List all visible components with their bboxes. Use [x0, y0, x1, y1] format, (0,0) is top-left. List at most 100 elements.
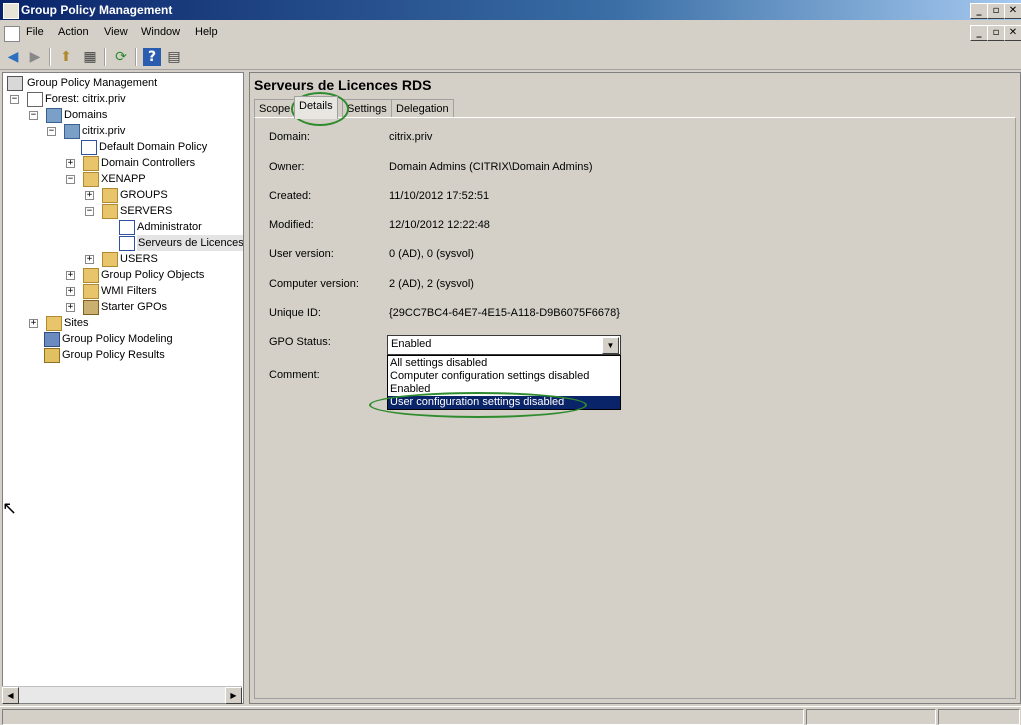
menu-view[interactable]: View: [104, 26, 128, 38]
gpo-title: Serveurs de Licences RDS: [254, 77, 432, 93]
status-panel-main: [2, 709, 804, 725]
domain-label: Domain:: [269, 131, 310, 143]
console-tree[interactable]: Group Policy Management − Forest: citrix…: [2, 72, 244, 704]
gpo-status-dropdown[interactable]: All settings disabled Computer configura…: [387, 355, 621, 410]
restore-button[interactable]: ▫: [987, 3, 1005, 19]
chevron-down-icon[interactable]: ▼: [602, 337, 619, 354]
tree-item-label: Serveurs de Licences: [137, 235, 244, 251]
modified-label: Modified:: [269, 219, 314, 231]
tab-scope[interactable]: Scope: [254, 99, 296, 118]
collapse-toggle[interactable]: −: [10, 95, 19, 104]
pane-splitter[interactable]: [244, 72, 248, 702]
properties-icon[interactable]: ▤: [165, 48, 183, 66]
unique-id-label: Unique ID:: [269, 307, 321, 319]
created-value: 11/10/2012 17:52:51: [389, 190, 490, 202]
expand-toggle[interactable]: +: [66, 159, 75, 168]
tree-item-label: Sites: [64, 317, 89, 329]
expand-toggle[interactable]: +: [66, 271, 75, 280]
show-tree-icon[interactable]: ▦: [81, 48, 99, 66]
option-enabled[interactable]: Enabled: [388, 383, 620, 396]
window-title: Group Policy Management: [21, 3, 173, 17]
tab-details[interactable]: Details: [294, 96, 338, 119]
details-pane: Serveurs de Licences RDS Scope Details S…: [249, 72, 1021, 704]
forest-icon: [27, 92, 43, 107]
expand-toggle[interactable]: +: [66, 303, 75, 312]
expand-toggle[interactable]: +: [85, 191, 94, 200]
scroll-left-icon[interactable]: ◀: [2, 687, 19, 704]
gpo-link-icon: [119, 236, 135, 251]
help-icon[interactable]: ?: [143, 48, 161, 66]
ou-folder-icon: [102, 188, 118, 203]
tree-item-label: Forest: citrix.priv: [45, 93, 126, 105]
ou-folder-icon: [102, 252, 118, 267]
ou-folder-icon: [102, 204, 118, 219]
tree-item-label: Administrator: [137, 221, 202, 233]
gpo-status-select[interactable]: Enabled ▼: [387, 335, 621, 355]
gpo-status-label: GPO Status:: [269, 336, 331, 348]
collapse-toggle[interactable]: −: [29, 111, 38, 120]
gpo-link-icon: [119, 220, 135, 235]
tree-item-label: Group Policy Results: [62, 349, 165, 361]
mdi-restore-button[interactable]: ▫: [987, 25, 1005, 41]
user-version-value: 0 (AD), 0 (sysvol): [389, 248, 474, 260]
tree-item-label: Default Domain Policy: [99, 141, 208, 153]
toolbar-separator: [135, 48, 137, 66]
results-icon: [44, 348, 60, 363]
expand-toggle[interactable]: +: [85, 255, 94, 264]
refresh-icon[interactable]: ⟳: [112, 48, 130, 66]
option-user-config-disabled[interactable]: User configuration settings disabled: [388, 396, 620, 409]
up-folder-icon[interactable]: ⬆: [57, 48, 75, 66]
domain-icon: [64, 124, 80, 139]
minimize-button[interactable]: _: [970, 3, 988, 19]
toolbar: ◀ ▶ ⬆ ▦ ⟳ ? ▤: [0, 45, 1021, 70]
modeling-icon: [44, 332, 60, 347]
title-bar: Group Policy Management _ ▫ ✕: [0, 0, 1021, 20]
status-panel-2: [806, 709, 936, 725]
tree-item-label: USERS: [120, 253, 158, 265]
menu-help[interactable]: Help: [195, 26, 218, 38]
gpmc-root-icon: [7, 76, 23, 91]
back-icon[interactable]: ◀: [4, 48, 22, 66]
tree-item-label: Group Policy Management: [27, 77, 158, 89]
menu-window[interactable]: Window: [141, 26, 180, 38]
wmi-filter-icon: [83, 284, 99, 299]
expand-toggle[interactable]: +: [66, 287, 75, 296]
collapse-toggle[interactable]: −: [85, 207, 94, 216]
menu-action[interactable]: Action: [58, 26, 89, 38]
option-all-settings-disabled[interactable]: All settings disabled: [388, 357, 620, 370]
menu-bar: File Action View Window Help _ ▫ ✕: [0, 22, 1021, 44]
collapse-toggle[interactable]: −: [66, 175, 75, 184]
option-computer-config-disabled[interactable]: Computer configuration settings disabled: [388, 370, 620, 383]
tab-settings[interactable]: Settings: [342, 99, 392, 118]
sites-icon: [46, 316, 62, 331]
computer-version-label: Computer version:: [269, 278, 359, 290]
gpo-status-selected-value: Enabled: [391, 338, 432, 350]
owner-value: Domain Admins (CITRIX\Domain Admins): [389, 161, 593, 173]
menu-file[interactable]: File: [26, 26, 44, 38]
tree-item-label: WMI Filters: [101, 285, 157, 297]
tab-delegation[interactable]: Delegation: [391, 99, 454, 118]
tree-item-label: Domains: [64, 109, 108, 121]
domains-icon: [46, 108, 62, 123]
details-tab-body: Domain: citrix.priv Owner: Domain Admins…: [254, 117, 1016, 699]
toolbar-separator: [104, 48, 106, 66]
user-version-label: User version:: [269, 248, 334, 260]
collapse-toggle[interactable]: −: [47, 127, 56, 136]
expand-toggle[interactable]: +: [29, 319, 38, 328]
computer-version-value: 2 (AD), 2 (sysvol): [389, 278, 474, 290]
tree-item-label: GROUPS: [120, 189, 168, 201]
mdi-close-button[interactable]: ✕: [1004, 25, 1021, 41]
unique-id-value: {29CC7BC4-64E7-4E15-A118-D9B6075F6678}: [389, 307, 620, 319]
tree-item-label: XENAPP: [101, 173, 146, 185]
scroll-right-icon[interactable]: ▶: [225, 687, 242, 704]
mdi-minimize-button[interactable]: _: [970, 25, 988, 41]
tree-item-label: Group Policy Modeling: [62, 333, 173, 345]
owner-label: Owner:: [269, 161, 305, 173]
close-button[interactable]: ✕: [1004, 3, 1021, 19]
tree-horizontal-scrollbar[interactable]: ◀ ▶: [2, 686, 242, 704]
tree-item-label: Starter GPOs: [101, 301, 168, 313]
starter-gpo-icon: [83, 300, 99, 315]
forward-icon[interactable]: ▶: [26, 48, 44, 66]
status-panel-3: [938, 709, 1020, 725]
console-icon[interactable]: [4, 26, 20, 42]
